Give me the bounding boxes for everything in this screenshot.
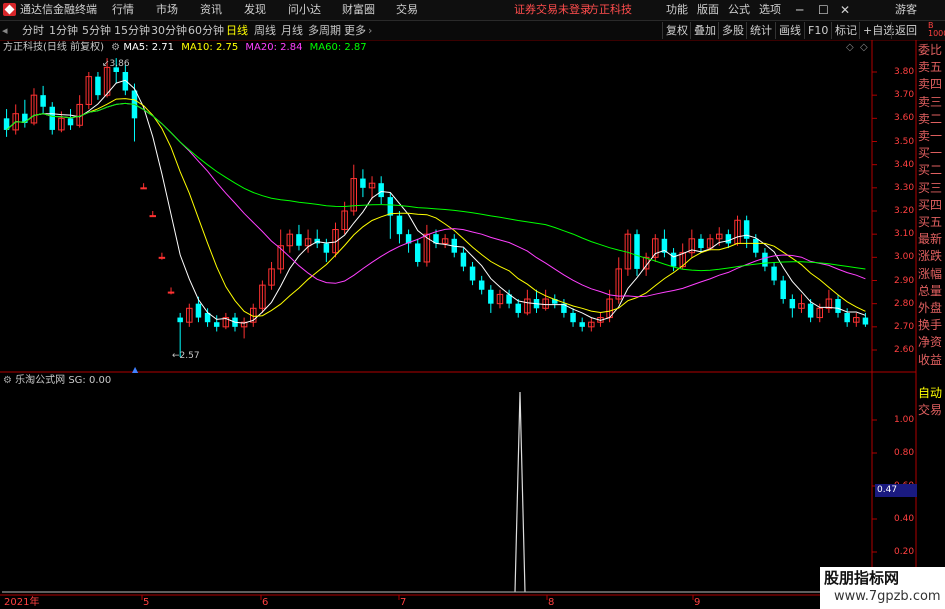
candle-body xyxy=(296,234,302,246)
date-label-sep: 9 xyxy=(694,597,701,608)
candle-body xyxy=(762,252,768,267)
candle-body xyxy=(478,280,485,290)
side-panel-item[interactable]: 总量 xyxy=(918,283,945,299)
date-label-jun: 6 xyxy=(262,597,269,608)
candle-body xyxy=(570,312,576,323)
side-panel-item[interactable]: 卖二 xyxy=(918,111,945,127)
price-tick-label: 3.50 xyxy=(894,136,915,147)
candle-body xyxy=(67,118,74,126)
price-tick-label: 3.30 xyxy=(894,182,915,193)
ma10-line xyxy=(6,98,866,317)
price-tick-label: 3.20 xyxy=(894,206,915,216)
candle-body xyxy=(95,76,101,96)
signal-tick-label: 0.20 xyxy=(894,547,915,557)
candle-body xyxy=(488,289,494,304)
price-chart[interactable] xyxy=(0,0,945,609)
candle-body xyxy=(360,178,366,188)
price-tick-label: 3.60 xyxy=(894,113,915,124)
candle-body xyxy=(862,317,869,325)
side-panel-item[interactable]: 买一 xyxy=(918,145,945,161)
signal-series xyxy=(2,391,870,593)
side-panel-item[interactable]: 外盘 xyxy=(918,300,945,316)
side-panel-item[interactable]: 卖一 xyxy=(918,128,945,144)
side-panel-item[interactable]: 最新 xyxy=(918,231,945,247)
high-price-annotation: ↙3.86 xyxy=(102,59,130,69)
watermark-url: www.7gpzb.com xyxy=(834,589,941,604)
date-label-jul: 7 xyxy=(400,597,407,608)
side-panel-item[interactable]: 买二 xyxy=(918,162,945,178)
side-panel-item[interactable]: 换手 xyxy=(918,317,945,333)
candle-body xyxy=(40,95,46,107)
signal-tick-label: 0.80 xyxy=(894,448,915,458)
date-label-may: 5 xyxy=(143,597,150,608)
side-panel-item[interactable]: 委比 xyxy=(918,42,945,58)
price-tick-label: 2.80 xyxy=(894,298,915,309)
candle-body xyxy=(177,317,183,323)
side-panel-item[interactable]: 涨跌 xyxy=(918,248,945,264)
candle-body xyxy=(195,303,202,318)
watermark: 股朋指标网 www.7gpzb.com xyxy=(820,567,945,609)
price-tick-label: 2.70 xyxy=(894,321,915,332)
signal-tick-label: 0.40 xyxy=(894,514,915,524)
price-tick-label: 2.60 xyxy=(894,345,915,355)
candle-body xyxy=(789,299,796,309)
price-tick-label: 3.10 xyxy=(894,229,915,240)
candle-body xyxy=(140,187,147,190)
candle-body xyxy=(396,215,403,235)
price-tick-label: 3.40 xyxy=(894,159,915,170)
ma20-line xyxy=(6,102,866,298)
candle-body xyxy=(698,238,704,249)
candle-body xyxy=(725,234,732,244)
side-panel-item[interactable]: 卖五 xyxy=(918,59,945,75)
price-tick-label: 3.80 xyxy=(894,67,915,77)
candle-body xyxy=(515,303,521,313)
candle-body xyxy=(807,303,814,318)
candle-body xyxy=(387,197,394,216)
candle-body xyxy=(167,291,175,294)
side-panel-item[interactable]: 卖四 xyxy=(918,76,945,92)
candle-body xyxy=(579,322,585,327)
signal-tick-label: 1.00 xyxy=(894,415,915,425)
side-panel-item[interactable]: 净资 xyxy=(918,334,945,350)
candle-body xyxy=(835,299,841,313)
candle-body xyxy=(323,243,330,253)
candle-body xyxy=(753,238,759,253)
candle-body xyxy=(634,234,640,269)
watermark-title: 股朋指标网 xyxy=(824,569,900,587)
side-panel-item[interactable]: 买五 xyxy=(918,214,945,230)
candlestick-series xyxy=(3,58,869,357)
candle-body xyxy=(414,243,421,262)
chart-frame xyxy=(0,40,917,609)
candle-body xyxy=(213,322,220,327)
signal-spike xyxy=(514,391,526,593)
event-marker-icon[interactable]: ▲ xyxy=(132,365,138,374)
auto-trade-tab[interactable]: 自动 xyxy=(918,385,945,401)
candle-body xyxy=(49,106,55,130)
candle-body xyxy=(149,215,156,218)
side-panel-item[interactable]: 卖三 xyxy=(918,94,945,110)
date-label-aug: 8 xyxy=(548,597,555,608)
candle-body xyxy=(844,312,850,323)
cursor-value-badge: 0.47 xyxy=(875,484,917,497)
price-tick-label: 3.70 xyxy=(894,90,915,101)
candle-body xyxy=(780,280,786,300)
price-tick-label: 3.00 xyxy=(894,252,915,263)
price-tick-label: 2.90 xyxy=(894,275,915,286)
candle-body xyxy=(460,252,467,267)
side-panel-item[interactable]: 收益 xyxy=(918,352,945,368)
date-label-2021: 2021年 xyxy=(4,597,40,608)
trade-tab[interactable]: 交易 xyxy=(918,402,945,418)
candle-body xyxy=(771,266,777,281)
side-panel-item[interactable]: 买四 xyxy=(918,197,945,213)
side-panel-item[interactable]: 涨幅 xyxy=(918,266,945,282)
side-panel-item[interactable]: 买三 xyxy=(918,180,945,196)
candle-body xyxy=(670,252,677,267)
candle-body xyxy=(378,183,384,198)
low-price-annotation: ←2.57 xyxy=(172,351,200,361)
candle-body xyxy=(469,266,476,281)
candle-body xyxy=(158,256,166,259)
